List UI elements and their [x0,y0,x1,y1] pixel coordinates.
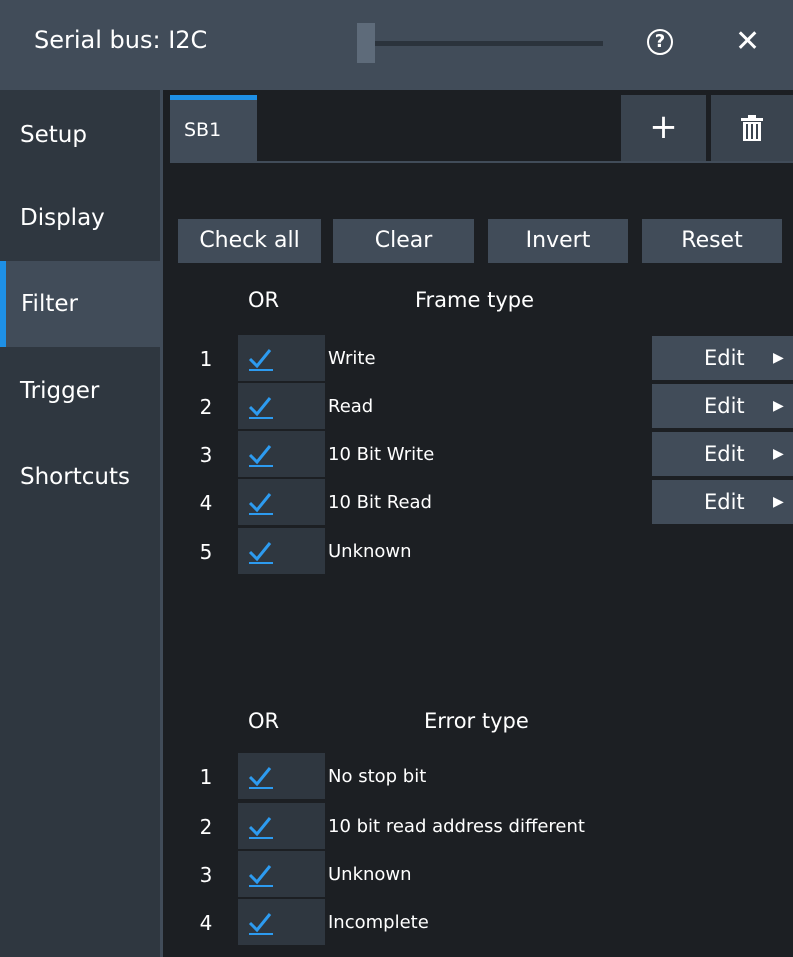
sidebar-item-setup[interactable]: Setup [0,92,160,178]
error-checkbox-incomplete[interactable] [238,899,325,945]
checkmark-icon [248,445,273,467]
frame-label-10bit-write: 10 Bit Write [328,444,435,465]
edit-button-10bit-read[interactable]: Edit ▶ [652,480,793,524]
frame-checkbox-unknown[interactable] [238,528,325,574]
frame-type-header: Frame type [415,288,535,312]
error-row-number: 4 [199,911,213,935]
error-checkbox-10bit-address[interactable] [238,803,325,849]
frame-label-write: Write [328,348,376,369]
frame-label-unknown: Unknown [328,541,412,562]
invert-button[interactable]: Invert [488,219,628,263]
edit-button-write[interactable]: Edit ▶ [652,336,793,380]
error-row-number: 3 [199,863,213,887]
sidebar-item-shortcuts[interactable]: Shortcuts [0,434,160,520]
edit-button-label: Edit [704,394,745,418]
edit-button-read[interactable]: Edit ▶ [652,384,793,428]
tab-underline [257,161,793,163]
sidebar-item-trigger[interactable]: Trigger [0,348,160,434]
frame-label-10bit-read: 10 Bit Read [328,492,432,513]
frame-row-number: 3 [199,443,213,467]
close-icon[interactable]: ✕ [735,25,760,59]
chevron-right-icon: ▶ [773,494,784,510]
dialog-title: Serial bus: I2C [34,26,208,54]
edit-button-label: Edit [704,346,745,370]
frame-checkbox-read[interactable] [238,383,325,429]
frame-checkbox-10bit-read[interactable] [238,479,325,525]
edit-button-10bit-write[interactable]: Edit ▶ [652,432,793,476]
edit-button-label: Edit [704,442,745,466]
sidebar-divider [160,90,163,957]
error-checkbox-no-stop-bit[interactable] [238,753,325,799]
frame-or-header: OR [248,288,280,312]
checkmark-icon [248,817,273,839]
clear-button[interactable]: Clear [333,219,474,263]
error-checkbox-unknown[interactable] [238,851,325,897]
checkmark-icon [248,913,273,935]
error-type-header: Error type [424,709,529,733]
error-row-number: 2 [199,815,213,839]
tab-sb1[interactable]: SB1 [170,95,257,163]
help-icon[interactable]: ? [647,29,673,55]
chevron-right-icon: ▶ [773,350,784,366]
delete-tab-button[interactable] [711,95,793,161]
title-slider[interactable] [357,23,603,63]
checkmark-icon [248,349,273,371]
check-all-button[interactable]: Check all [178,219,321,263]
sidebar: Setup Display Filter Trigger Shortcuts [0,90,160,957]
checkmark-icon [248,865,273,887]
frame-row-number: 4 [199,491,213,515]
edit-button-label: Edit [704,490,745,514]
slider-track[interactable] [357,41,603,46]
sidebar-item-filter[interactable]: Filter [0,261,160,347]
frame-checkbox-10bit-write[interactable] [238,431,325,477]
chevron-right-icon: ▶ [773,398,784,414]
error-label-incomplete: Incomplete [328,912,429,933]
checkmark-icon [248,397,273,419]
title-bar: Serial bus: I2C ? ✕ [0,0,793,90]
error-label-no-stop-bit: No stop bit [328,766,427,787]
frame-row-number: 2 [199,395,213,419]
trash-icon [741,115,763,141]
reset-button[interactable]: Reset [642,219,782,263]
frame-checkbox-write[interactable] [238,335,325,381]
frame-row-number: 1 [199,347,213,371]
error-label-unknown: Unknown [328,864,412,885]
add-tab-button[interactable]: + [621,95,706,161]
frame-label-read: Read [328,396,374,417]
error-row-number: 1 [199,765,213,789]
checkmark-icon [248,767,273,789]
frame-row-number: 5 [199,540,213,564]
checkmark-icon [248,493,273,515]
error-or-header: OR [248,709,280,733]
checkmark-icon [248,542,273,564]
error-label-10bit-address: 10 bit read address different [328,816,585,837]
slider-thumb[interactable] [357,23,375,63]
chevron-right-icon: ▶ [773,446,784,462]
tab-bar: SB1 + [170,95,793,163]
sidebar-item-display[interactable]: Display [0,175,160,261]
